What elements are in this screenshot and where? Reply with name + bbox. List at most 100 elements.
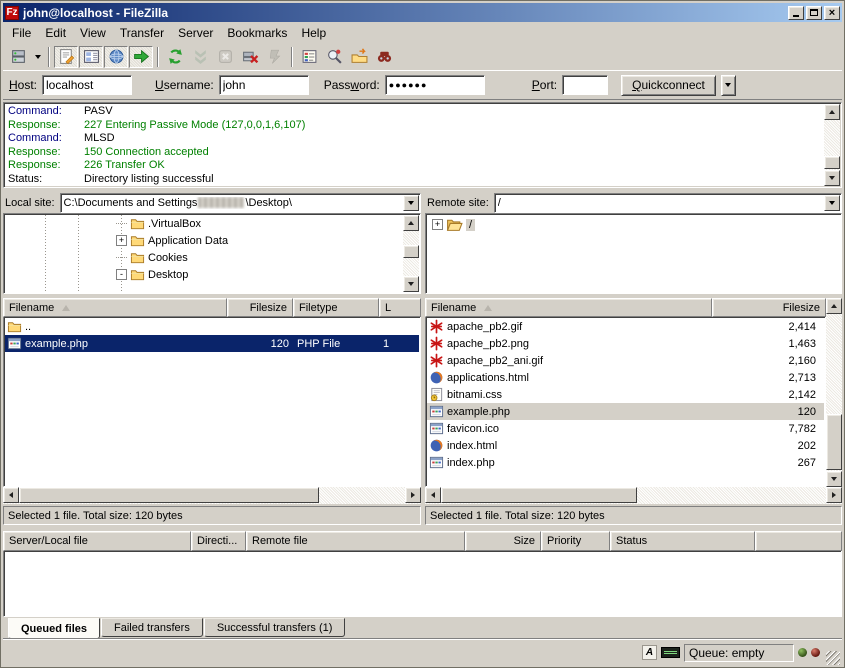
tree-item-root[interactable]: + / (426, 216, 841, 233)
column-header-priority[interactable]: Priority (541, 531, 610, 551)
local-file-list[interactable]: .. example.php 120 PHP File 1 (3, 317, 421, 487)
tree-expand-icon[interactable]: + (432, 219, 443, 230)
toggle-local-tree-button[interactable] (79, 46, 103, 68)
scrollbar-thumb[interactable] (824, 156, 840, 169)
password-input[interactable] (385, 75, 485, 95)
local-file-row-selected[interactable]: example.php 120 PHP File 1 (5, 335, 419, 352)
menu-edit[interactable]: Edit (38, 24, 73, 42)
scroll-left-button[interactable] (425, 487, 441, 503)
close-button[interactable]: × (824, 6, 840, 20)
menu-file[interactable]: File (5, 24, 38, 42)
queue-list[interactable] (3, 551, 842, 617)
remote-file-row[interactable]: bitnami.css2,142 (427, 386, 824, 403)
column-header-filesize[interactable]: Filesize (712, 298, 826, 317)
remote-list-scrollbar[interactable] (826, 298, 842, 487)
scroll-down-button[interactable] (403, 276, 419, 292)
find-files-button[interactable] (372, 46, 396, 68)
disconnect-button[interactable] (238, 46, 262, 68)
scroll-down-button[interactable] (824, 170, 840, 186)
remote-path-combobox[interactable]: / (494, 193, 842, 213)
local-tree[interactable]: .VirtualBox +Application Data Cookies -D… (3, 213, 421, 294)
menu-view[interactable]: View (73, 24, 113, 42)
tree-item-cookies[interactable]: Cookies (5, 249, 402, 266)
remote-file-row[interactable]: favicon.ico7,782 (427, 420, 824, 437)
toggle-transfer-queue-button[interactable] (129, 46, 153, 68)
maximize-button[interactable] (806, 6, 822, 20)
local-path-combobox[interactable]: C:\Documents and Settings\Desktop\ (60, 193, 421, 213)
process-queue-button[interactable] (188, 46, 212, 68)
remote-file-row[interactable]: index.html202 (427, 437, 824, 454)
local-horizontal-scrollbar[interactable] (3, 487, 421, 504)
remote-root-label[interactable]: / (466, 219, 475, 231)
column-header-filename[interactable]: Filename (425, 298, 712, 317)
column-header-filetype[interactable]: Filetype (293, 298, 379, 317)
remote-file-row[interactable]: apache_pb2_ani.gif2,160 (427, 352, 824, 369)
scrollbar-thumb[interactable] (403, 245, 419, 258)
scroll-down-button[interactable] (826, 471, 842, 487)
remote-path-dropdown-button[interactable] (824, 195, 840, 211)
remote-horizontal-scrollbar[interactable] (425, 487, 842, 504)
column-header-size[interactable]: Size (465, 531, 541, 551)
column-header-server-local-file[interactable]: Server/Local file (3, 531, 191, 551)
tab-queued-files[interactable]: Queued files (8, 618, 100, 639)
scrollbar-thumb[interactable] (441, 487, 637, 503)
remote-file-row[interactable]: apache_pb2.png1,463 (427, 335, 824, 352)
toggle-message-log-button[interactable] (54, 46, 78, 68)
remote-tree[interactable]: + / (425, 213, 842, 294)
remote-file-row[interactable]: applications.html2,713 (427, 369, 824, 386)
column-header-direction[interactable]: Directi... (191, 531, 246, 551)
scroll-up-button[interactable] (403, 215, 419, 231)
column-header-filename[interactable]: Filename (3, 298, 227, 317)
message-log[interactable]: Command:PASV Response:227 Entering Passi… (3, 102, 842, 188)
scroll-up-button[interactable] (826, 298, 842, 314)
remote-file-list[interactable]: apache_pb2.gif2,414 apache_pb2.png1,463 … (425, 317, 826, 487)
menu-bookmarks[interactable]: Bookmarks (220, 24, 294, 42)
site-manager-button[interactable] (6, 46, 30, 68)
parent-directory-row[interactable]: .. (5, 318, 419, 335)
tab-successful-transfers[interactable]: Successful transfers (1) (204, 618, 346, 637)
scroll-left-button[interactable] (3, 487, 19, 503)
speed-limits-icon[interactable] (661, 647, 680, 658)
tab-failed-transfers[interactable]: Failed transfers (101, 618, 203, 637)
scroll-up-button[interactable] (824, 104, 840, 120)
log-scrollbar[interactable] (824, 104, 840, 186)
local-path-dropdown-button[interactable] (403, 195, 419, 211)
minimize-button[interactable] (788, 6, 804, 20)
filter-button[interactable] (297, 46, 321, 68)
menu-help[interactable]: Help (294, 24, 333, 42)
menu-transfer[interactable]: Transfer (113, 24, 171, 42)
synchronized-browsing-button[interactable] (347, 46, 371, 68)
column-header-filesize[interactable]: Filesize (227, 298, 293, 317)
local-tree-scrollbar[interactable] (403, 215, 419, 292)
scroll-right-button[interactable] (405, 487, 421, 503)
port-input[interactable] (562, 75, 608, 95)
refresh-button[interactable] (163, 46, 187, 68)
menu-server[interactable]: Server (171, 24, 220, 42)
host-input[interactable] (42, 75, 132, 95)
tree-item-application-data[interactable]: +Application Data (5, 232, 402, 249)
column-header-last-modified[interactable]: L (379, 298, 421, 317)
tree-expand-icon[interactable]: + (116, 235, 127, 246)
tree-item-desktop[interactable]: -Desktop (5, 266, 402, 283)
data-type-indicator-icon[interactable]: A (642, 645, 657, 660)
site-manager-dropdown-button[interactable] (31, 46, 44, 68)
column-header-remote-file[interactable]: Remote file (246, 531, 465, 551)
remote-file-row[interactable]: index.php267 (427, 454, 824, 471)
username-input[interactable] (219, 75, 309, 95)
tree-collapse-icon[interactable]: - (116, 269, 127, 280)
column-header-status[interactable]: Status (610, 531, 755, 551)
scrollbar-thumb[interactable] (19, 487, 319, 503)
reconnect-button[interactable] (263, 46, 287, 68)
title-bar[interactable]: Fz john@localhost - FileZilla × (3, 3, 842, 22)
toggle-remote-tree-button[interactable] (104, 46, 128, 68)
cancel-operation-button[interactable] (213, 46, 237, 68)
resize-grip[interactable] (826, 651, 840, 665)
quickconnect-dropdown-button[interactable] (721, 75, 736, 96)
quickconnect-button[interactable]: Quickconnect (621, 75, 716, 96)
directory-comparison-button[interactable] (322, 46, 346, 68)
scroll-right-button[interactable] (826, 487, 842, 503)
remote-file-row[interactable]: apache_pb2.gif2,414 (427, 318, 824, 335)
scrollbar-thumb[interactable] (826, 414, 842, 470)
tree-item-virtualbox[interactable]: .VirtualBox (5, 215, 402, 232)
remote-file-row-selected[interactable]: example.php120 (427, 403, 824, 420)
